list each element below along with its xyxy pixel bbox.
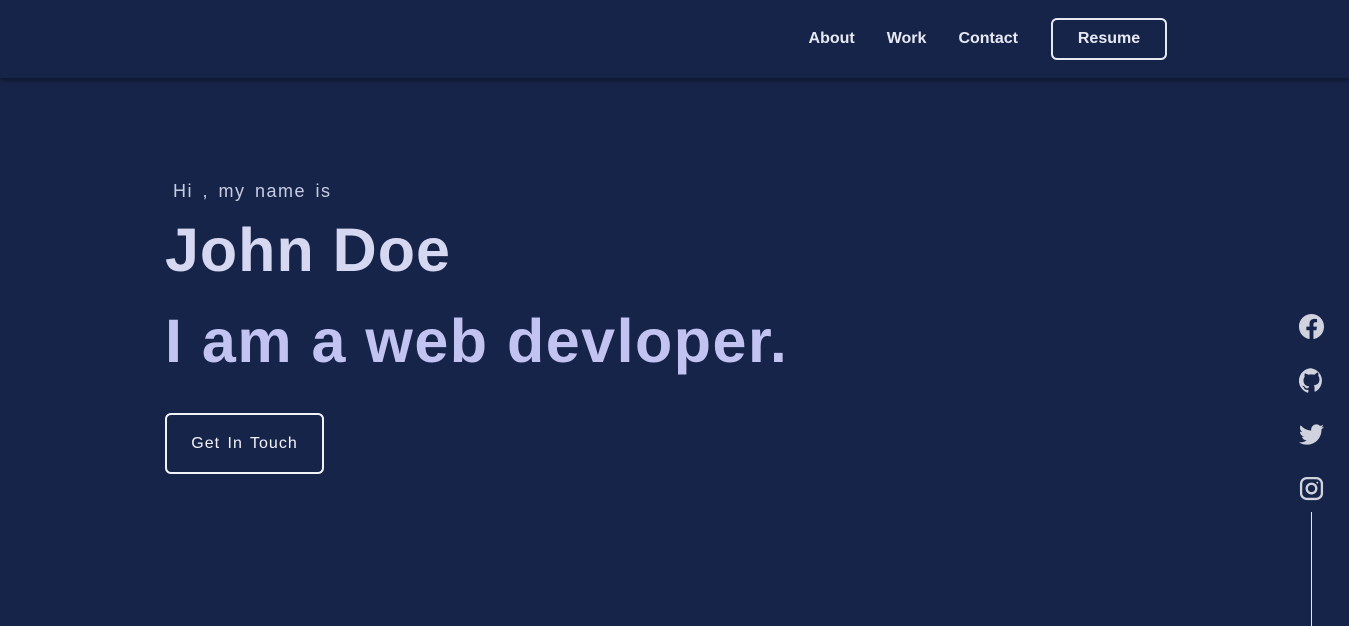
- nav-links: About Work Contact Resume: [809, 18, 1167, 60]
- nav-link-work[interactable]: Work: [887, 30, 927, 48]
- resume-button[interactable]: Resume: [1051, 18, 1167, 60]
- hero-name: John Doe: [165, 216, 451, 284]
- social-links: [1298, 313, 1324, 529]
- get-in-touch-button[interactable]: Get In Touch: [165, 413, 324, 474]
- social-divider-line: [1311, 512, 1312, 626]
- twitter-icon[interactable]: [1298, 421, 1324, 447]
- top-navbar: About Work Contact Resume: [0, 0, 1349, 78]
- facebook-icon[interactable]: [1298, 313, 1324, 339]
- instagram-icon[interactable]: [1298, 475, 1324, 501]
- nav-link-contact[interactable]: Contact: [958, 30, 1018, 48]
- nav-link-about[interactable]: About: [809, 30, 855, 48]
- hero-greeting: Hi , my name is: [173, 181, 332, 201]
- github-icon[interactable]: [1298, 367, 1324, 393]
- hero-tagline: I am a web devloper.: [165, 307, 789, 375]
